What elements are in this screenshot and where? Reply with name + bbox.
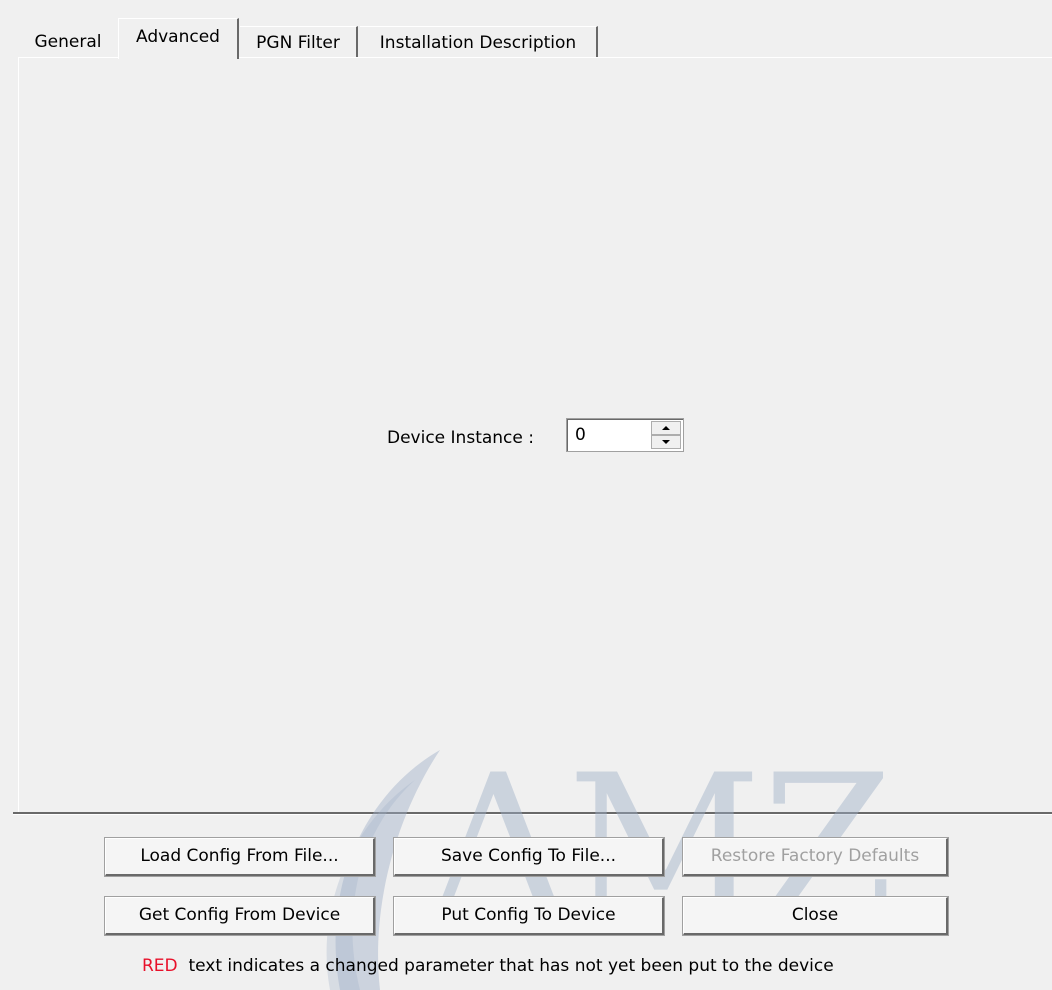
- device-instance-input[interactable]: [575, 423, 645, 447]
- restore-defaults-button[interactable]: Restore Factory Defaults: [682, 837, 949, 877]
- tab-pgn-filter[interactable]: PGN Filter: [240, 26, 358, 59]
- tab-installation-description[interactable]: Installation Description: [360, 26, 598, 59]
- device-instance-label: Device Instance :: [387, 428, 534, 448]
- save-config-button[interactable]: Save Config To File...: [393, 837, 665, 877]
- put-config-button[interactable]: Put Config To Device: [393, 896, 665, 936]
- device-instance-spinbox[interactable]: [566, 418, 684, 452]
- tab-advanced[interactable]: Advanced: [118, 18, 239, 59]
- spin-down-icon[interactable]: [651, 435, 681, 449]
- load-config-button[interactable]: Load Config From File...: [104, 837, 376, 877]
- note-text: text indicates a changed parameter that …: [188, 956, 834, 976]
- spin-up-icon[interactable]: [651, 421, 681, 435]
- tab-general[interactable]: General: [18, 26, 118, 58]
- close-button[interactable]: Close: [682, 896, 949, 936]
- advanced-panel: [18, 57, 1052, 812]
- changed-parameter-note: RED text indicates a changed parameter t…: [142, 955, 834, 977]
- get-config-button[interactable]: Get Config From Device: [104, 896, 376, 936]
- red-keyword: RED: [142, 956, 178, 976]
- panel-divider: [13, 812, 1052, 815]
